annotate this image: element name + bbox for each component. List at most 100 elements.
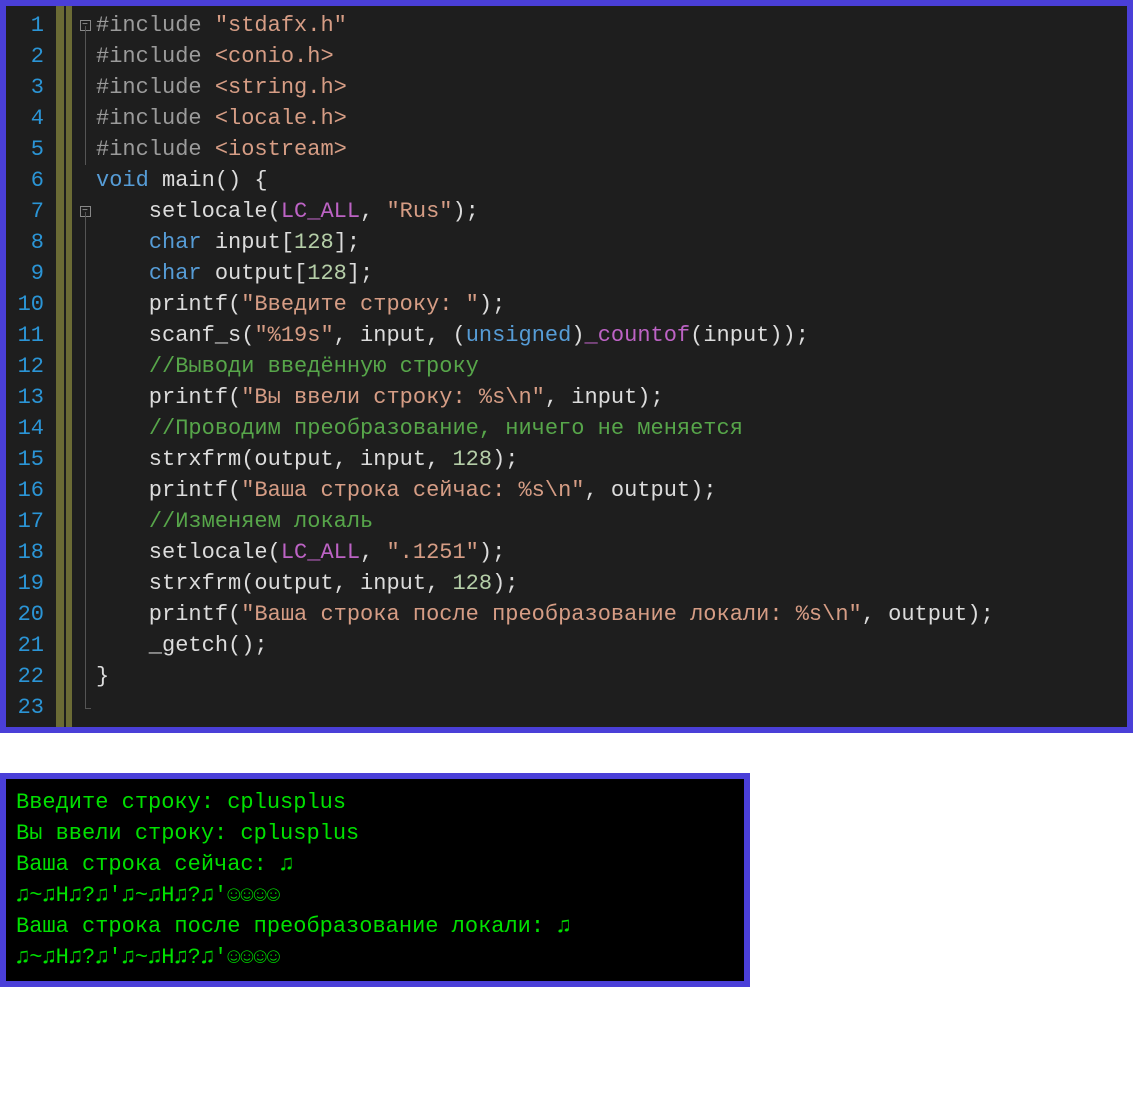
- code-token: (input));: [690, 323, 809, 348]
- code-token: main() {: [149, 168, 268, 193]
- code-token: , input, (: [334, 323, 466, 348]
- code-line[interactable]: char output[128];: [94, 258, 1127, 289]
- code-token: <string.h>: [215, 75, 347, 100]
- fold-cell: [76, 568, 94, 599]
- code-line[interactable]: #include "stdafx.h": [94, 10, 1127, 41]
- fold-cell: [76, 165, 94, 196]
- change-margin-bar-2: [66, 6, 72, 727]
- code-token: //Проводим преобразование, ничего не мен…: [149, 416, 743, 441]
- line-number: 2: [6, 41, 56, 72]
- code-token: "stdafx.h": [215, 13, 347, 38]
- line-number: 7: [6, 196, 56, 227]
- line-number: 22: [6, 661, 56, 692]
- fold-cell: [76, 661, 94, 692]
- code-line[interactable]: setlocale(LC_ALL, ".1251");: [94, 537, 1127, 568]
- code-line[interactable]: strxfrm(output, input, 128);: [94, 568, 1127, 599]
- fold-cell: [76, 351, 94, 382]
- code-token: 128: [294, 230, 334, 255]
- code-line[interactable]: #include <string.h>: [94, 72, 1127, 103]
- code-token: }: [96, 664, 109, 689]
- code-token: "Введите строку: ": [241, 292, 479, 317]
- code-token: [96, 416, 149, 441]
- code-line[interactable]: #include <locale.h>: [94, 103, 1127, 134]
- code-line[interactable]: }: [94, 661, 1127, 692]
- code-token: unsigned: [466, 323, 572, 348]
- code-token: 128: [452, 447, 492, 472]
- code-token: LC_ALL: [281, 199, 360, 224]
- line-number: 5: [6, 134, 56, 165]
- code-token: <conio.h>: [215, 44, 334, 69]
- fold-cell: [76, 537, 94, 568]
- fold-cell: [76, 134, 94, 165]
- code-token: <iostream>: [215, 137, 347, 162]
- code-token: );: [492, 447, 518, 472]
- line-number: 14: [6, 413, 56, 444]
- code-line[interactable]: void main() {: [94, 165, 1127, 196]
- code-token: #include: [96, 44, 215, 69]
- code-token: ,: [360, 199, 386, 224]
- code-token: #include: [96, 137, 215, 162]
- code-token: printf(: [96, 292, 241, 317]
- line-number: 15: [6, 444, 56, 475]
- code-line[interactable]: _getch();: [94, 630, 1127, 661]
- line-number: 3: [6, 72, 56, 103]
- code-line[interactable]: //Проводим преобразование, ничего не мен…: [94, 413, 1127, 444]
- code-line[interactable]: char input[128];: [94, 227, 1127, 258]
- code-token: "Ваша строка после преобразование локали…: [241, 602, 862, 627]
- code-line[interactable]: printf("Ваша строка после преобразование…: [94, 599, 1127, 630]
- line-number: 4: [6, 103, 56, 134]
- fold-cell: [76, 227, 94, 258]
- line-number: 23: [6, 692, 56, 723]
- code-line[interactable]: strxfrm(output, input, 128);: [94, 444, 1127, 475]
- code-token: [96, 261, 149, 286]
- code-line[interactable]: //Выводи введённую строку: [94, 351, 1127, 382]
- code-line[interactable]: printf("Введите строку: ");: [94, 289, 1127, 320]
- code-line[interactable]: #include <conio.h>: [94, 41, 1127, 72]
- fold-cell: [76, 630, 94, 661]
- code-token: printf(: [96, 385, 241, 410]
- line-number: 9: [6, 258, 56, 289]
- code-token: #include: [96, 75, 215, 100]
- code-line[interactable]: printf("Ваша строка сейчас: %s\n", outpu…: [94, 475, 1127, 506]
- line-number: 16: [6, 475, 56, 506]
- code-token: output[: [202, 261, 308, 286]
- code-token: char: [149, 230, 202, 255]
- code-token: input[: [202, 230, 294, 255]
- fold-cell: [76, 506, 94, 537]
- code-token: , output);: [585, 478, 717, 503]
- code-line[interactable]: setlocale(LC_ALL, "Rus");: [94, 196, 1127, 227]
- code-token: );: [492, 571, 518, 596]
- fold-cell: [76, 72, 94, 103]
- code-token: strxfrm(output, input,: [96, 571, 452, 596]
- code-token: scanf_s(: [96, 323, 254, 348]
- code-token: <locale.h>: [215, 106, 347, 131]
- code-line[interactable]: #include <iostream>: [94, 134, 1127, 165]
- code-token: _countof: [585, 323, 691, 348]
- code-token: printf(: [96, 478, 241, 503]
- code-content-area[interactable]: #include "stdafx.h"#include <conio.h>#in…: [94, 6, 1127, 727]
- code-token: 128: [452, 571, 492, 596]
- code-token: setlocale(: [96, 540, 281, 565]
- code-token: printf(: [96, 602, 241, 627]
- fold-cell: [76, 475, 94, 506]
- code-token: #include: [96, 13, 215, 38]
- code-token: "%19s": [254, 323, 333, 348]
- fold-cell: [76, 444, 94, 475]
- line-number: 12: [6, 351, 56, 382]
- console-line: Вы ввели строку: cplusplus: [16, 818, 734, 849]
- console-output-panel: Введите строку: cplusplusВы ввели строку…: [0, 773, 750, 987]
- code-token: );: [479, 540, 505, 565]
- line-number: 10: [6, 289, 56, 320]
- line-number: 18: [6, 537, 56, 568]
- code-token: );: [452, 199, 478, 224]
- code-line[interactable]: printf("Вы ввели строку: %s\n", input);: [94, 382, 1127, 413]
- fold-cell: −: [76, 10, 94, 41]
- line-number: 19: [6, 568, 56, 599]
- code-token: , output);: [862, 602, 994, 627]
- code-line[interactable]: //Изменяем локаль: [94, 506, 1127, 537]
- code-token: [96, 509, 149, 534]
- code-line[interactable]: scanf_s("%19s", input, (unsigned)_counto…: [94, 320, 1127, 351]
- fold-cell: [76, 258, 94, 289]
- code-token: "Вы ввели строку: %s\n": [241, 385, 545, 410]
- line-number: 6: [6, 165, 56, 196]
